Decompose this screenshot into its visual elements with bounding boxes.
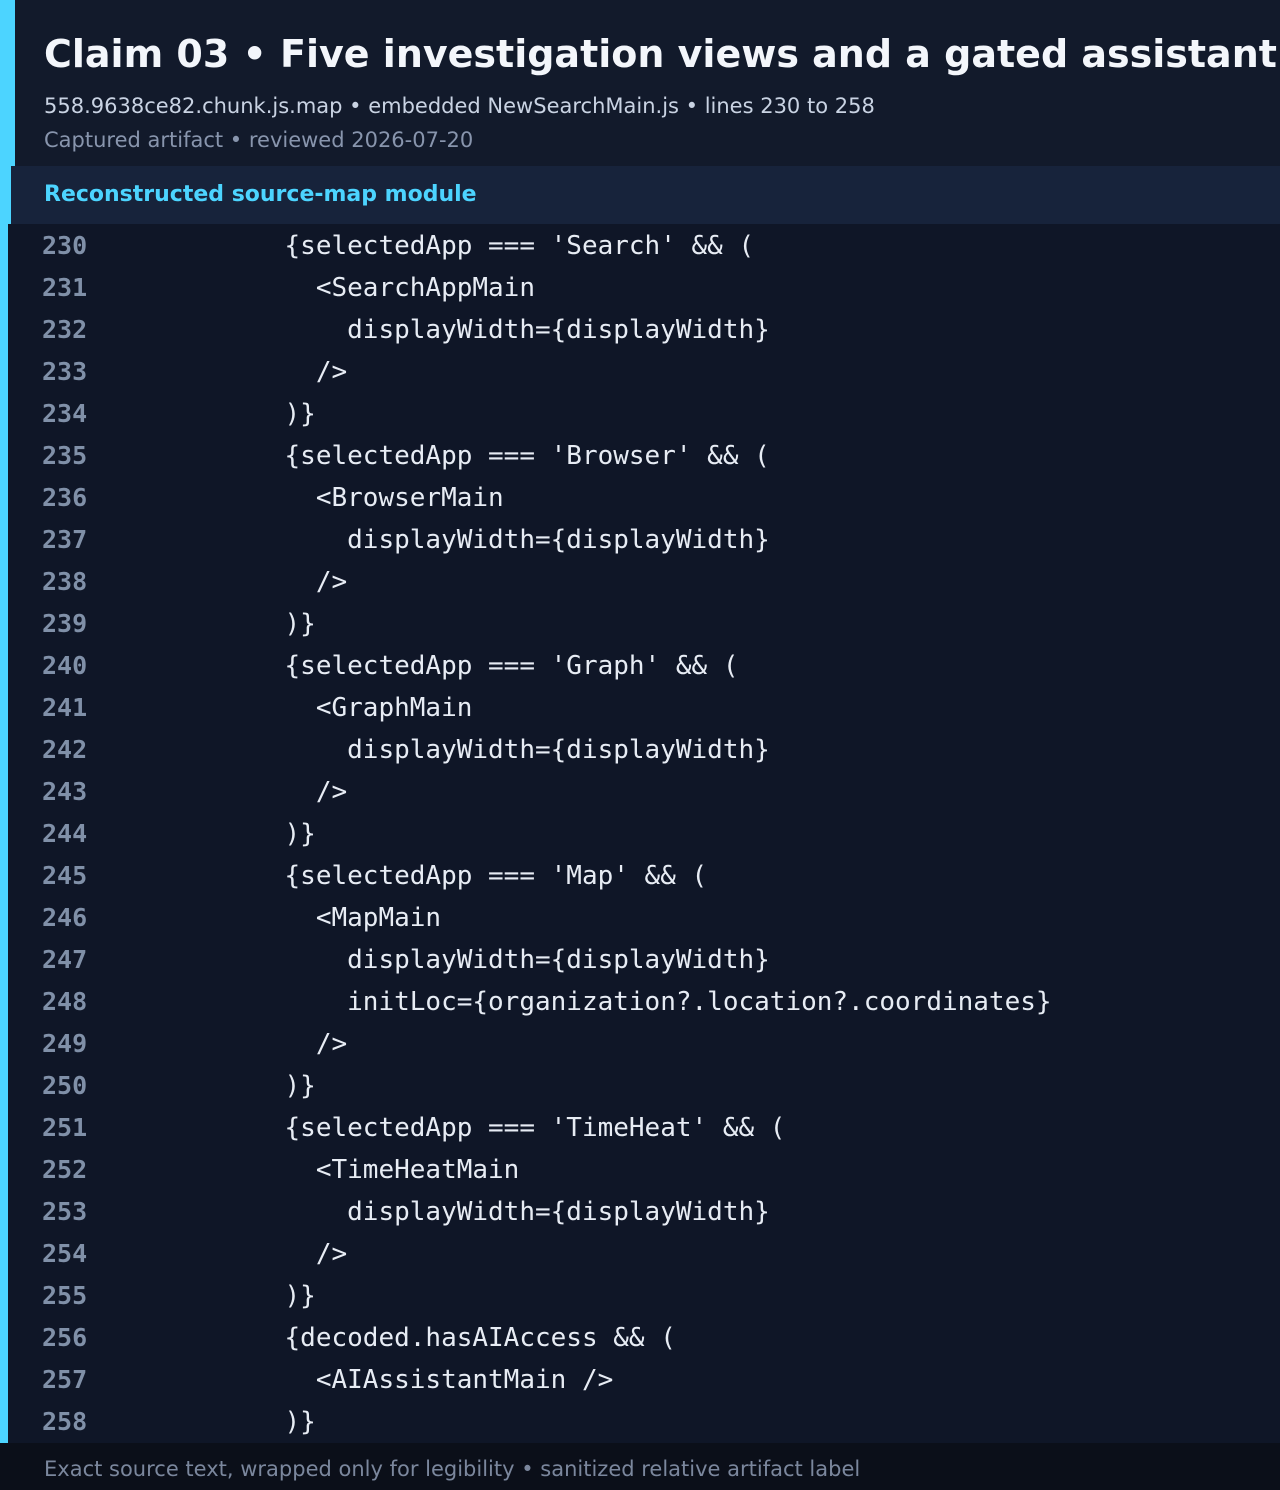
line-number: 246: [42, 903, 88, 932]
header-accent-bar: [0, 0, 15, 166]
code-line: 257 <AIAssistantMain />: [0, 1359, 1280, 1401]
code-line: 256 {decoded.hasAIAccess && (: [0, 1317, 1280, 1359]
line-number: 252: [42, 1155, 88, 1184]
line-number: 247: [42, 945, 88, 974]
code-line: 241 <GraphMain: [0, 687, 1280, 729]
line-number: 239: [42, 609, 88, 638]
source-text: {selectedApp === 'Search' && (: [128, 231, 755, 261]
code-line: 233 />: [0, 351, 1280, 393]
code-line: 240 {selectedApp === 'Graph' && (: [0, 645, 1280, 687]
code-line: 258 )}: [0, 1401, 1280, 1443]
page-title: Claim 03 • Five investigation views and …: [44, 32, 1277, 76]
line-number: 256: [42, 1323, 88, 1352]
code-line: 239 )}: [0, 603, 1280, 645]
source-text: <TimeHeatMain: [128, 1155, 520, 1185]
source-text: )}: [128, 1071, 316, 1101]
code-line: 246 <MapMain: [0, 897, 1280, 939]
line-number: 257: [42, 1365, 88, 1394]
line-number: 244: [42, 819, 88, 848]
footer: Exact source text, wrapped only for legi…: [0, 1443, 1280, 1490]
source-text: displayWidth={displayWidth}: [128, 1197, 770, 1227]
line-number: 249: [42, 1029, 88, 1058]
line-number: 243: [42, 777, 88, 806]
line-number: 236: [42, 483, 88, 512]
code-line: 238 />: [0, 561, 1280, 603]
source-text: {selectedApp === 'Browser' && (: [128, 441, 770, 471]
source-text: )}: [128, 609, 316, 639]
code-line: 236 <BrowserMain: [0, 477, 1280, 519]
source-text: )}: [128, 1281, 316, 1311]
source-text: )}: [128, 399, 316, 429]
source-text: />: [128, 357, 348, 387]
line-number: 237: [42, 525, 88, 554]
line-number: 230: [42, 231, 88, 260]
line-number: 235: [42, 441, 88, 470]
module-accent-bar: [0, 166, 11, 224]
code-line: 244 )}: [0, 813, 1280, 855]
source-text: />: [128, 1239, 348, 1269]
line-number: 253: [42, 1197, 88, 1226]
line-number: 258: [42, 1407, 88, 1436]
source-text: <AIAssistantMain />: [128, 1365, 614, 1395]
code-line: 242 displayWidth={displayWidth}: [0, 729, 1280, 771]
source-text: displayWidth={displayWidth}: [128, 315, 770, 345]
source-text: />: [128, 777, 348, 807]
line-number: 231: [42, 273, 88, 302]
module-bar: Reconstructed source-map module: [0, 166, 1280, 224]
line-number: 245: [42, 861, 88, 890]
source-text: {decoded.hasAIAccess && (: [128, 1323, 676, 1353]
line-number: 233: [42, 357, 88, 386]
source-text: {selectedApp === 'TimeHeat' && (: [128, 1113, 786, 1143]
source-text: />: [128, 567, 348, 597]
source-text: displayWidth={displayWidth}: [128, 945, 770, 975]
code-line: 234 )}: [0, 393, 1280, 435]
code-line: 231 <SearchAppMain: [0, 267, 1280, 309]
code-line: 247 displayWidth={displayWidth}: [0, 939, 1280, 981]
code-line: 237 displayWidth={displayWidth}: [0, 519, 1280, 561]
line-number: 248: [42, 987, 88, 1016]
code-line: 250 )}: [0, 1065, 1280, 1107]
review-meta: Captured artifact • reviewed 2026-07-20: [44, 128, 474, 152]
source-text: <MapMain: [128, 903, 442, 933]
code-line: 254 />: [0, 1233, 1280, 1275]
source-text: {selectedApp === 'Graph' && (: [128, 651, 739, 681]
source-text: <SearchAppMain: [128, 273, 535, 303]
code-line: 249 />: [0, 1023, 1280, 1065]
code-line: 248 initLoc={organization?.location?.coo…: [0, 981, 1280, 1023]
source-text: initLoc={organization?.location?.coordin…: [128, 987, 1052, 1017]
code-line: 232 displayWidth={displayWidth}: [0, 309, 1280, 351]
line-number: 255: [42, 1281, 88, 1310]
source-text: displayWidth={displayWidth}: [128, 735, 770, 765]
line-number: 241: [42, 693, 88, 722]
code-line: 252 <TimeHeatMain: [0, 1149, 1280, 1191]
line-number: 251: [42, 1113, 88, 1142]
source-text: <GraphMain: [128, 693, 473, 723]
line-number: 254: [42, 1239, 88, 1268]
source-text: displayWidth={displayWidth}: [128, 525, 770, 555]
line-number: 250: [42, 1071, 88, 1100]
line-number: 234: [42, 399, 88, 428]
code-lines: 230 {selectedApp === 'Search' && (231 <S…: [0, 225, 1280, 1443]
line-number: 242: [42, 735, 88, 764]
line-number: 240: [42, 651, 88, 680]
code-line: 255 )}: [0, 1275, 1280, 1317]
source-text: {selectedApp === 'Map' && (: [128, 861, 708, 891]
artifact-subtitle: 558.9638ce82.chunk.js.map • embedded New…: [44, 94, 875, 118]
code-line: 243 />: [0, 771, 1280, 813]
code-line: 230 {selectedApp === 'Search' && (: [0, 225, 1280, 267]
code-line: 245 {selectedApp === 'Map' && (: [0, 855, 1280, 897]
source-text: />: [128, 1029, 348, 1059]
module-label: Reconstructed source-map module: [44, 182, 477, 207]
line-number: 232: [42, 315, 88, 344]
line-number: 238: [42, 567, 88, 596]
footer-note: Exact source text, wrapped only for legi…: [44, 1457, 861, 1481]
code-line: 251 {selectedApp === 'TimeHeat' && (: [0, 1107, 1280, 1149]
source-text: )}: [128, 1407, 316, 1437]
code-line: 235 {selectedApp === 'Browser' && (: [0, 435, 1280, 477]
source-text: <BrowserMain: [128, 483, 504, 513]
code-line: 253 displayWidth={displayWidth}: [0, 1191, 1280, 1233]
code-panel: 230 {selectedApp === 'Search' && (231 <S…: [0, 224, 1280, 1443]
header: Claim 03 • Five investigation views and …: [0, 0, 1280, 166]
source-text: )}: [128, 819, 316, 849]
